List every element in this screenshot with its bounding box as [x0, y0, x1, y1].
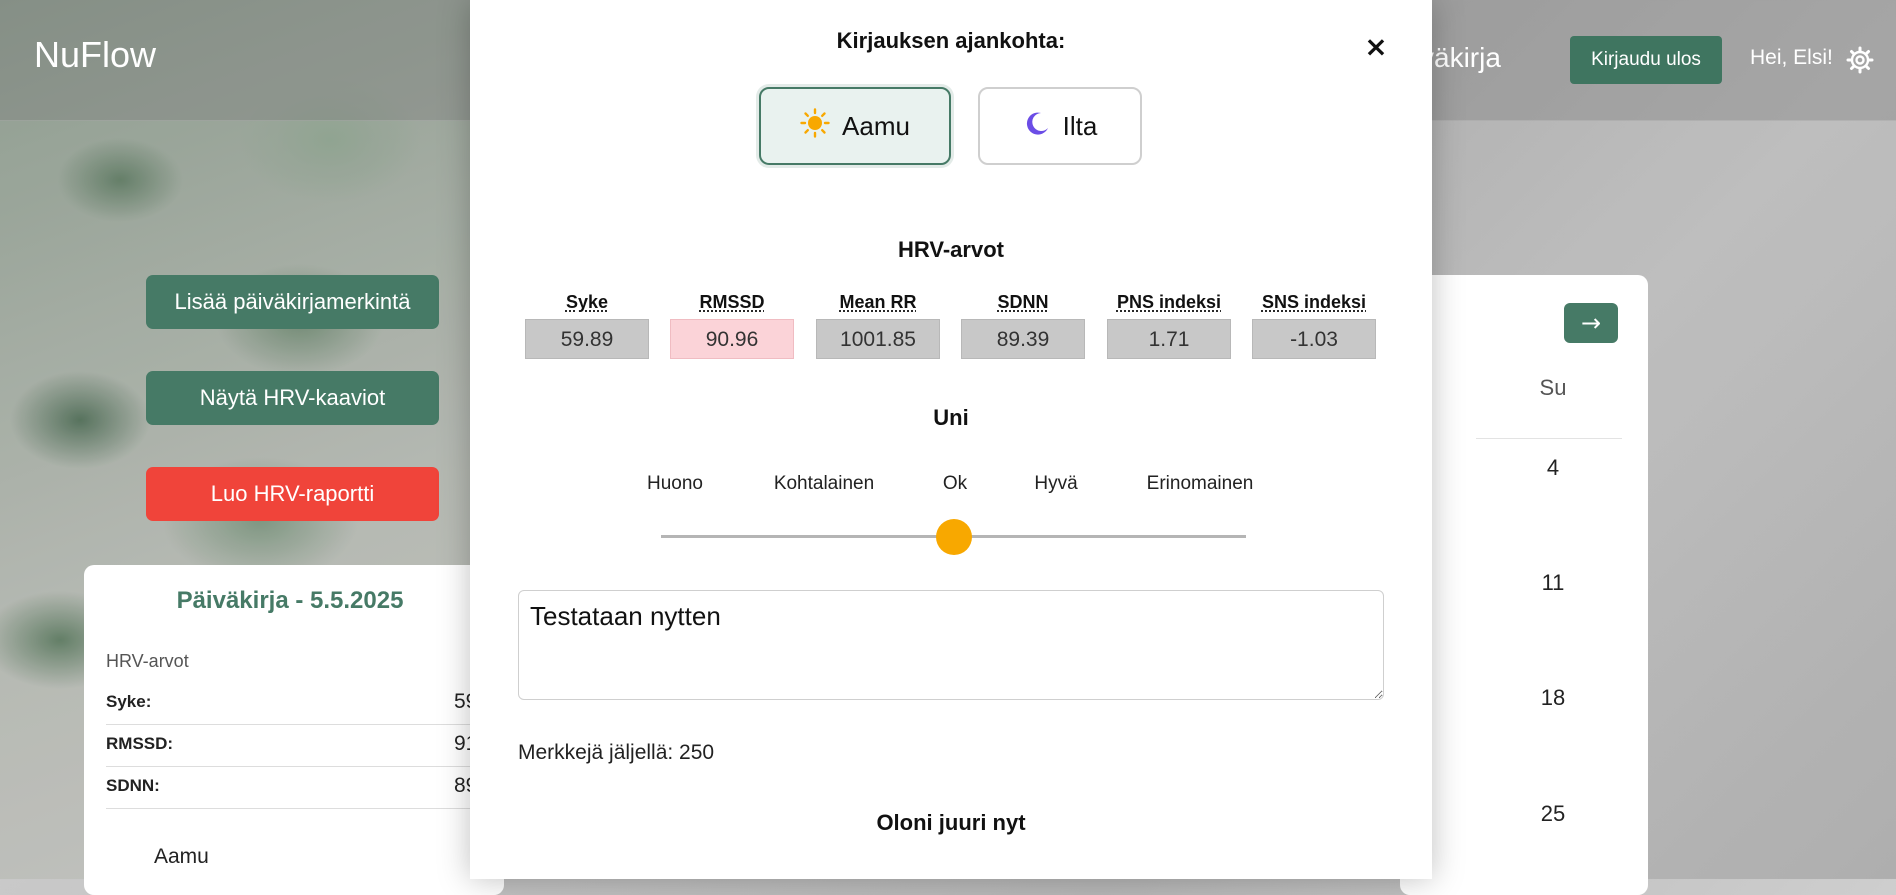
- hrv-field-value: 89.39: [961, 319, 1085, 359]
- show-hrv-charts-button[interactable]: Näytä HRV-kaaviot: [146, 371, 439, 425]
- nav-link-diary[interactable]: väkirja: [1420, 42, 1501, 74]
- hrv-section-title: HRV-arvot: [470, 237, 1432, 263]
- create-hrv-report-button[interactable]: Luo HRV-raportti: [146, 467, 439, 521]
- hrv-field-value: -1.03: [1252, 319, 1376, 359]
- sleep-option[interactable]: Ok: [943, 473, 967, 495]
- hrv-field-value: 90.96: [670, 319, 794, 359]
- hrv-field-sns-index: SNS indeksi -1.03: [1252, 292, 1376, 359]
- time-option-morning[interactable]: Aamu: [759, 87, 951, 165]
- entry-modal: Kirjauksen ajankohta: × Aamu Ilta HRV-ar…: [470, 0, 1432, 879]
- note-textarea[interactable]: Testataan nytten: [518, 590, 1384, 700]
- hrv-field-value: 1001.85: [816, 319, 940, 359]
- characters-remaining: Merkkejä jäljellä: 250: [518, 741, 714, 765]
- diary-session-label: Aamu: [154, 845, 209, 869]
- moon-icon: [1023, 109, 1051, 144]
- calendar-day[interactable]: 11: [1533, 570, 1573, 596]
- calendar-divider: [1476, 438, 1622, 439]
- user-greeting: Hei, Elsi!: [1750, 46, 1833, 70]
- feeling-section-title: Oloni juuri nyt: [470, 810, 1432, 836]
- hrv-field-label: SNS indeksi: [1262, 292, 1366, 313]
- close-icon[interactable]: ×: [1360, 30, 1392, 62]
- hrv-field-value: 1.71: [1107, 319, 1231, 359]
- diary-card: Päiväkirja - 5.5.2025 HRV-arvot Syke: 59…: [84, 565, 504, 895]
- brand-logo[interactable]: NuFlow: [34, 34, 156, 76]
- sun-icon: [800, 108, 830, 145]
- time-option-label: Ilta: [1063, 111, 1098, 142]
- hrv-field-label: SDNN: [997, 292, 1048, 313]
- calendar-day[interactable]: 4: [1533, 455, 1573, 481]
- hrv-field-value: 59.89: [525, 319, 649, 359]
- hrv-field-rmssd: RMSSD 90.96: [670, 292, 794, 359]
- sleep-option[interactable]: Kohtalainen: [774, 473, 874, 495]
- hrv-field-pns-index: PNS indeksi 1.71: [1107, 292, 1231, 359]
- hrv-field-sdnn: SDNN 89.39: [961, 292, 1085, 359]
- hrv-field-mean-rr: Mean RR 1001.85: [816, 292, 940, 359]
- sleep-option[interactable]: Hyvä: [1034, 473, 1077, 495]
- logout-button[interactable]: Kirjaudu ulos: [1570, 36, 1722, 84]
- sleep-section-title: Uni: [470, 405, 1432, 431]
- sleep-option[interactable]: Erinomainen: [1147, 473, 1254, 495]
- calendar-weekday-header: Su: [1533, 375, 1573, 401]
- sleep-slider-thumb[interactable]: [936, 519, 972, 555]
- diary-row-label: Syke:: [106, 692, 151, 712]
- diary-row: RMSSD: 91.0: [106, 724, 506, 767]
- diary-card-subtitle: HRV-arvot: [106, 651, 189, 672]
- calendar-card: → Su 4 11 18 25: [1400, 275, 1648, 895]
- gear-icon[interactable]: [1846, 46, 1874, 74]
- time-option-label: Aamu: [842, 111, 910, 142]
- modal-heading: Kirjauksen ajankohta:: [470, 28, 1432, 54]
- calendar-next-button[interactable]: →: [1564, 303, 1618, 343]
- diary-row-label: RMSSD:: [106, 734, 173, 754]
- diary-row-label: SDNN:: [106, 776, 160, 796]
- diary-row: SDNN: 89.4: [106, 766, 506, 809]
- hrv-field-label: Mean RR: [839, 292, 916, 313]
- hrv-field-heart-rate: Syke 59.89: [525, 292, 649, 359]
- diary-card-title: Päiväkirja - 5.5.2025: [84, 587, 496, 615]
- calendar-day[interactable]: 25: [1533, 801, 1573, 827]
- sleep-option[interactable]: Huono: [647, 473, 703, 495]
- hrv-field-label: PNS indeksi: [1117, 292, 1221, 313]
- hrv-field-label: RMSSD: [699, 292, 764, 313]
- calendar-day[interactable]: 18: [1533, 685, 1573, 711]
- diary-row: Syke: 59.9: [106, 682, 506, 725]
- add-entry-button[interactable]: Lisää päiväkirjamerkintä: [146, 275, 439, 329]
- time-option-evening[interactable]: Ilta: [978, 87, 1142, 165]
- hrv-field-label: Syke: [566, 292, 608, 313]
